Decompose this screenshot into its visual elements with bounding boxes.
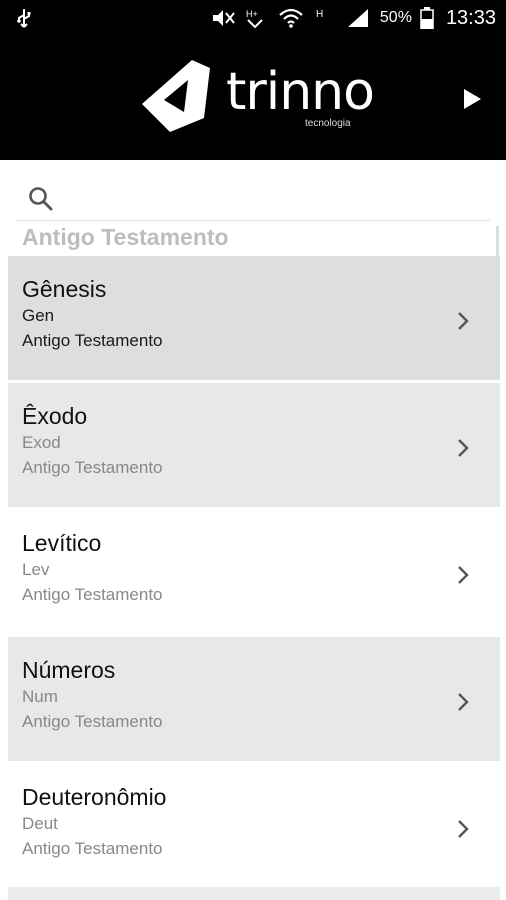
status-bar: H+ H 50% 13:33: [0, 0, 506, 36]
section-header-label: Antigo Testamento: [22, 226, 229, 250]
book-name: Êxodo: [22, 403, 88, 429]
play-icon[interactable]: [462, 88, 482, 110]
signal-icon: [347, 9, 368, 27]
wifi-icon: [279, 8, 303, 28]
book-testament: Antigo Testamento: [22, 331, 163, 350]
usb-icon: [17, 9, 31, 28]
book-testament: Antigo Testamento: [22, 839, 163, 858]
h-icon: H: [316, 9, 323, 20]
book-row-exodo[interactable]: Êxodo Exod Antigo Testamento: [8, 383, 500, 507]
battery-icon: [420, 7, 434, 29]
trinno-logo-icon: [142, 60, 210, 132]
search-icon: [29, 187, 53, 211]
book-row-levitico[interactable]: Levítico Lev Antigo Testamento: [8, 510, 500, 634]
chevron-right-icon: [458, 693, 469, 711]
svg-text:H+: H+: [246, 9, 258, 19]
clock: 13:33: [445, 6, 496, 29]
book-testament: Antigo Testamento: [22, 585, 163, 604]
book-name: Números: [22, 657, 116, 683]
logo-wordmark: trinno: [226, 62, 375, 122]
chevron-right-icon: [458, 312, 469, 330]
chevron-right-icon: [458, 439, 469, 457]
search-input[interactable]: [68, 182, 472, 216]
section-header: Antigo Testamento: [8, 226, 499, 256]
book-name: Deuteronômio: [22, 784, 167, 810]
svg-text:H: H: [316, 9, 323, 20]
book-row-genesis[interactable]: Gênesis Gen Antigo Testamento: [8, 256, 500, 380]
chevron-right-icon: [458, 566, 469, 584]
chevron-right-icon: [458, 820, 469, 838]
logo-subtitle: tecnologia: [305, 118, 351, 129]
book-abbreviation: Gen: [22, 306, 55, 325]
book-name: Levítico: [22, 530, 102, 556]
battery-percent: 50%: [379, 9, 412, 26]
book-list: Gênesis Gen Antigo Testamento Êxodo Exod…: [8, 256, 500, 891]
hspa-icon: H+: [246, 9, 263, 29]
book-abbreviation: Num: [22, 687, 58, 706]
app-header: trinno tecnologia: [0, 36, 506, 160]
next-row-edge: [8, 887, 500, 900]
book-testament: Antigo Testamento: [22, 458, 163, 477]
book-name: Gênesis: [22, 276, 107, 302]
status-icons: H+ H 50% 13:33: [210, 0, 496, 36]
book-abbreviation: Lev: [22, 560, 50, 579]
book-row-numeros[interactable]: Números Num Antigo Testamento: [8, 637, 500, 761]
book-abbreviation: Exod: [22, 433, 61, 452]
book-testament: Antigo Testamento: [22, 712, 163, 731]
book-abbreviation: Deut: [22, 814, 58, 833]
book-row-deuteronomio[interactable]: Deuteronômio Deut Antigo Testamento: [8, 764, 500, 888]
search-bar[interactable]: [16, 176, 490, 221]
mute-icon: [212, 10, 235, 26]
